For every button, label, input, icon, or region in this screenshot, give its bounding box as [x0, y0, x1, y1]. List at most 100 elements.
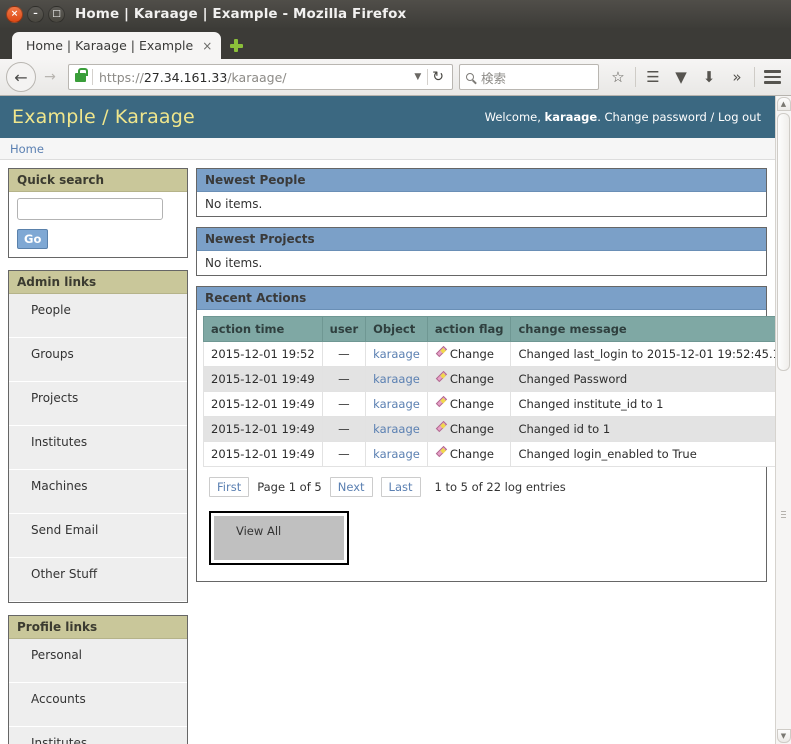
object-link[interactable]: karaage [373, 372, 420, 386]
view-all-button[interactable]: View All [214, 516, 344, 560]
scroll-down-arrow-icon[interactable]: ▼ [776, 729, 791, 743]
menu-button[interactable] [759, 63, 785, 91]
cell-object: karaage [365, 366, 428, 392]
pagination-page-text: Page 1 of 5 [257, 480, 322, 494]
scrollbar-grip [781, 511, 786, 520]
chevron-down-icon[interactable]: ▼ [408, 72, 427, 82]
back-button[interactable]: ← [6, 62, 36, 92]
toolbar-divider [635, 67, 636, 87]
url-path: /karaage/ [227, 69, 287, 85]
object-link[interactable]: karaage [373, 347, 420, 361]
recent-actions-heading: Recent Actions [197, 287, 766, 310]
window-close-button[interactable]: × [6, 5, 23, 23]
cell-change-message: Changed login_enabled to True [510, 441, 775, 467]
downloads-icon[interactable]: ⬇ [696, 63, 722, 91]
cell-user: — [321, 366, 367, 392]
address-bar[interactable]: https://27.34.161.33/karaage/ ▼ ↻ [68, 64, 453, 90]
sidebar-item-accounts[interactable]: Accounts [9, 683, 187, 726]
sidebar: Quick search Go Admin links People Group… [8, 168, 188, 744]
admin-links-module: Admin links People Groups Projects Insti… [8, 270, 188, 603]
new-tab-button[interactable] [223, 32, 249, 59]
window-minimize-button[interactable]: – [27, 5, 44, 23]
list-item: Accounts [9, 683, 187, 727]
sidebar-item-send-email[interactable]: Send Email [9, 514, 187, 557]
cell-action-flag: Change [426, 391, 512, 417]
column-action-time[interactable]: action time [203, 316, 323, 342]
column-action-flag[interactable]: action flag [426, 316, 512, 342]
reader-view-icon[interactable]: ☰ [640, 63, 666, 91]
object-link[interactable]: karaage [373, 397, 420, 411]
table-row: 2015-12-01 19:49 — karaage Change Change… [203, 366, 775, 392]
newest-people-empty: No items. [205, 197, 263, 211]
scroll-up-arrow-icon[interactable]: ▲ [776, 97, 791, 111]
sidebar-item-institutes[interactable]: Institutes [9, 426, 187, 469]
cell-action-time: 2015-12-01 19:49 [203, 416, 323, 442]
url-host: 27.34.161.33 [143, 69, 228, 85]
cell-change-message: Changed id to 1 [510, 416, 775, 442]
tab-label: Home | Karaage | Example [26, 38, 194, 53]
table-row: 2015-12-01 19:52 — karaage Change Change… [203, 341, 775, 367]
quick-search-input[interactable] [17, 198, 163, 220]
pencil-icon [435, 348, 446, 359]
tab-close-icon[interactable]: × [202, 40, 212, 52]
breadcrumb-home-link[interactable]: Home [10, 142, 44, 156]
sidebar-item-personal[interactable]: Personal [9, 639, 187, 682]
recent-actions-table: action time user Object action flag chan… [203, 316, 775, 467]
forward-button[interactable]: → [38, 62, 62, 92]
cell-action-flag: Change [426, 441, 512, 467]
reload-icon[interactable]: ↻ [427, 69, 448, 85]
quick-search-heading: Quick search [9, 169, 187, 192]
cell-object: karaage [365, 441, 428, 467]
toolbar-divider-2 [754, 67, 755, 87]
url-text: https://27.34.161.33/karaage/ [99, 70, 287, 85]
object-link[interactable]: karaage [373, 447, 420, 461]
newest-people-panel: Newest People No items. [196, 168, 767, 217]
forward-arrow-icon: → [44, 69, 56, 85]
list-item: Institutes [9, 727, 187, 744]
page-content: Example / Karaage Welcome, karaage. Chan… [0, 96, 775, 744]
newest-projects-panel: Newest Projects No items. [196, 227, 767, 276]
cell-action-time: 2015-12-01 19:49 [203, 366, 323, 392]
sidebar-item-people[interactable]: People [9, 294, 187, 337]
shield-icon[interactable]: ▼ [668, 63, 694, 91]
column-object[interactable]: Object [365, 316, 428, 342]
sidebar-item-projects[interactable]: Projects [9, 382, 187, 425]
current-username: karaage [544, 110, 598, 124]
sidebar-item-machines[interactable]: Machines [9, 470, 187, 513]
search-bar[interactable]: 検索 [459, 64, 599, 90]
list-item: Projects [9, 382, 187, 426]
quick-search-go-button[interactable]: Go [17, 229, 49, 249]
tab-home-karaage-example[interactable]: Home | Karaage | Example × [12, 32, 222, 59]
cell-action-flag: Change [426, 416, 512, 442]
sidebar-item-profile-institutes[interactable]: Institutes [9, 727, 187, 744]
tab-strip: Home | Karaage | Example × [0, 28, 791, 59]
overflow-chevron-icon[interactable]: » [724, 63, 750, 91]
table-row: 2015-12-01 19:49 — karaage Change Change… [203, 391, 775, 417]
scrollbar-thumb[interactable] [777, 113, 790, 371]
page-scrollbar[interactable]: ▲ ▼ [775, 96, 791, 744]
pagination-next-button[interactable]: Next [329, 477, 373, 497]
user-links[interactable]: . Change password / Log out [597, 110, 761, 124]
bookmark-star-icon[interactable]: ☆ [605, 63, 631, 91]
pencil-icon [435, 423, 446, 434]
site-title: Example / Karaage [12, 106, 195, 128]
pagination-last-button[interactable]: Last [380, 477, 421, 497]
profile-links-list: Personal Accounts Institutes [9, 639, 187, 744]
column-change-message[interactable]: change message [510, 316, 775, 342]
close-icon: × [10, 8, 19, 19]
list-item: Institutes [9, 426, 187, 470]
pagination-count-text: 1 to 5 of 22 log entries [434, 480, 566, 494]
sidebar-item-other-stuff[interactable]: Other Stuff [9, 558, 187, 601]
newest-projects-heading: Newest Projects [197, 228, 766, 251]
newest-projects-empty: No items. [205, 256, 263, 270]
recent-actions-panel: Recent Actions action time user Object a… [196, 286, 775, 582]
sidebar-item-groups[interactable]: Groups [9, 338, 187, 381]
quick-search-module: Quick search Go [8, 168, 188, 258]
view-all-container: View All [209, 511, 349, 565]
cell-action-time: 2015-12-01 19:49 [203, 391, 323, 417]
pagination-first-button[interactable]: First [209, 477, 250, 497]
window-maximize-button[interactable]: □ [48, 5, 65, 23]
column-user[interactable]: user [321, 316, 367, 342]
object-link[interactable]: karaage [373, 422, 420, 436]
action-flag-label: Change [449, 372, 494, 386]
